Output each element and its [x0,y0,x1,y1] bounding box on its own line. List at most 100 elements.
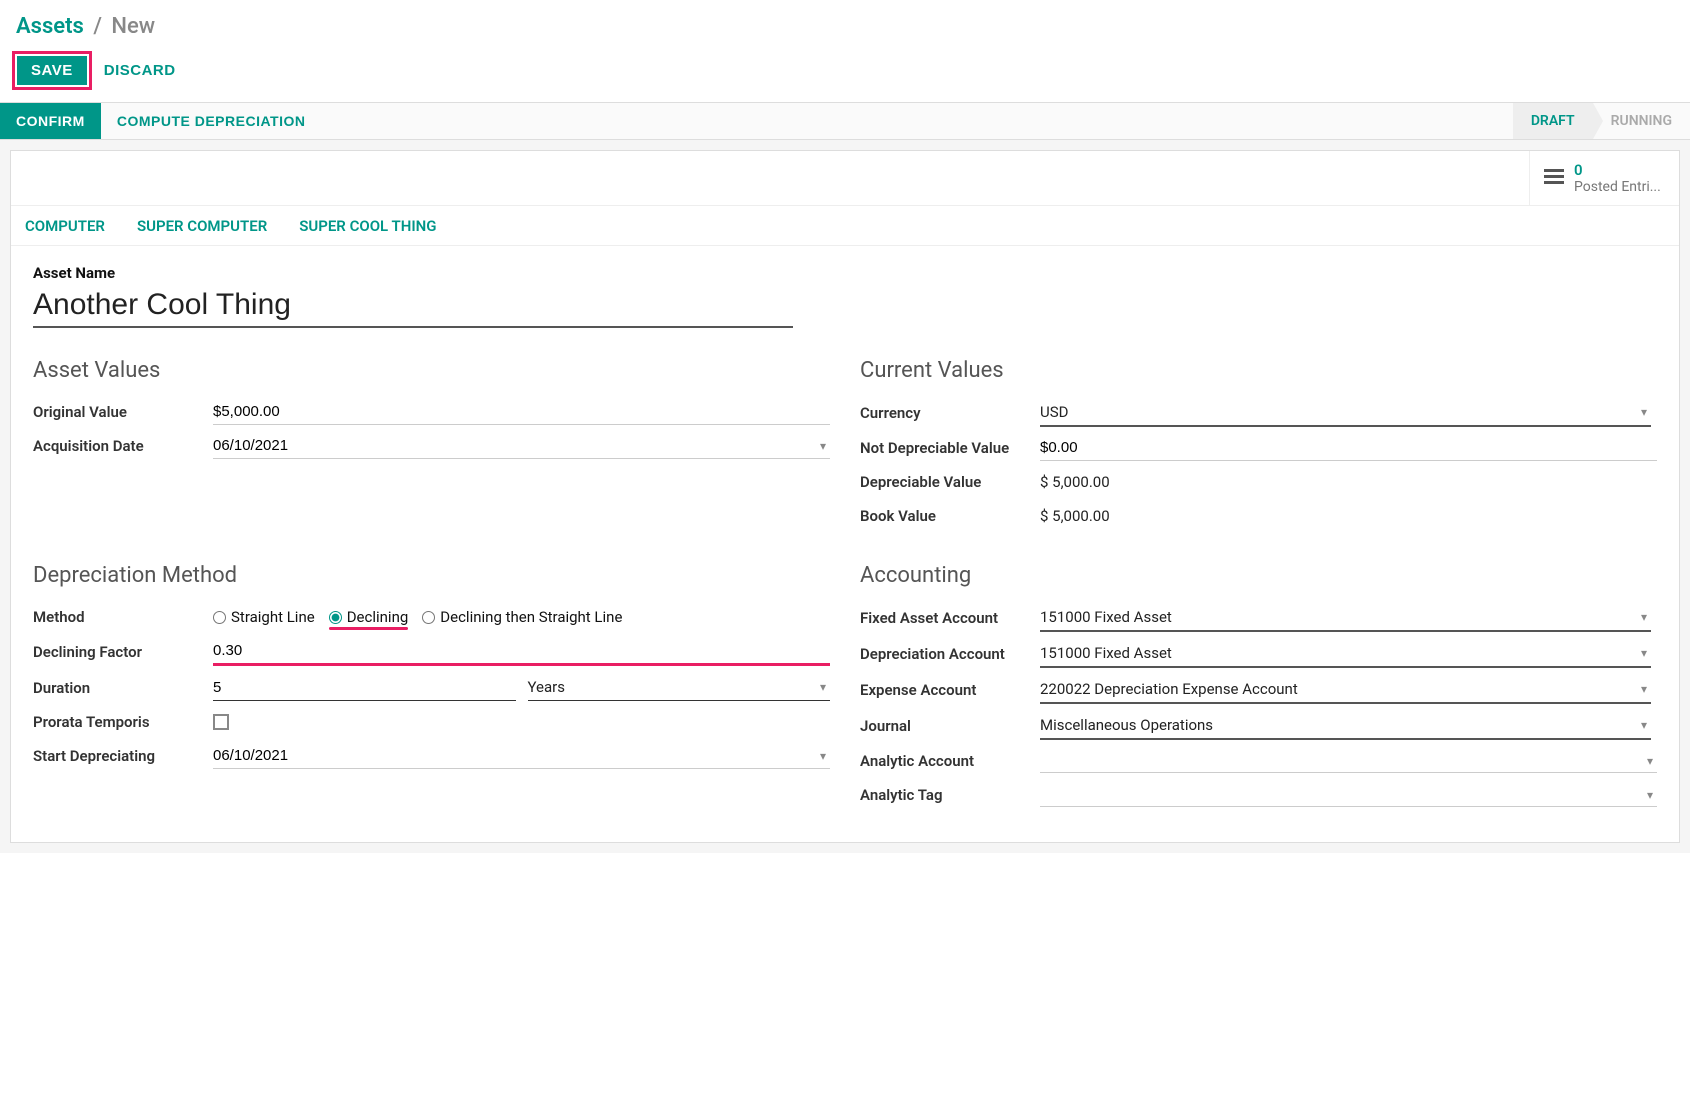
original-value-input[interactable] [213,399,830,425]
declining-factor-label: Declining Factor [33,643,213,661]
acquisition-date-field[interactable] [213,437,816,454]
chevron-down-icon[interactable]: ▾ [1637,405,1651,419]
depreciable-label: Depreciable Value [860,473,1040,491]
sheet-body: Asset Name Asset Values Original Value A… [11,246,1679,842]
duration-row: Duration Years ▾ [33,670,830,705]
stage-running[interactable]: RUNNING [1593,103,1690,139]
method-declining[interactable]: Declining [329,608,409,626]
not-depreciable-field[interactable] [1040,439,1657,456]
duration-unit-select[interactable]: Years ▾ [528,674,831,701]
radio-label: Declining [347,608,409,626]
compute-depreciation-button[interactable]: COMPUTE DEPRECIATION [101,103,322,139]
related-tab[interactable]: SUPER COMPUTER [137,217,267,235]
fixed-asset-account-select[interactable]: 151000 Fixed Asset ▾ [1040,604,1651,632]
currency-select[interactable]: USD ▾ [1040,399,1651,427]
prorata-checkbox-wrap [213,710,830,734]
chevron-down-icon[interactable]: ▾ [1643,754,1657,768]
journal-select[interactable]: Miscellaneous Operations ▾ [1040,712,1651,740]
save-button[interactable]: SAVE [17,56,87,85]
book-value-row: Book Value $ 5,000.00 [860,499,1657,533]
analytic-account-row: Analytic Account ▾ [860,744,1657,778]
asset-name-input[interactable] [33,282,793,328]
accounting-section: Accounting Fixed Asset Account 151000 Fi… [860,563,1657,812]
chevron-down-icon[interactable]: ▾ [1637,646,1651,660]
statusbar-left: CONFIRM COMPUTE DEPRECIATION [0,103,321,139]
list-icon [1544,166,1564,190]
analytic-account-select[interactable]: ▾ [1040,750,1657,773]
expense-account-select[interactable]: 220022 Depreciation Expense Account ▾ [1040,676,1651,704]
related-tab[interactable]: COMPUTER [25,217,105,235]
form-sheet-outer: 0 Posted Entri... COMPUTER SUPER COMPUTE… [0,140,1690,853]
duration-number-field[interactable] [213,679,516,696]
chevron-down-icon[interactable]: ▾ [1637,610,1651,624]
start-depreciating-input[interactable]: ▾ [213,743,830,769]
declining-factor-row: Declining Factor [33,634,830,670]
journal-label: Journal [860,717,1040,735]
acquisition-date-input[interactable]: ▾ [213,433,830,459]
method-radio-group: Straight Line Declining Declining then S… [213,608,622,626]
radio-straight[interactable] [213,611,226,624]
chevron-down-icon[interactable]: ▾ [1643,788,1657,802]
statusbar: CONFIRM COMPUTE DEPRECIATION DRAFT RUNNI… [0,102,1690,140]
method-row: Method Straight Line Declining [33,600,830,634]
duration-number-input[interactable] [213,674,516,701]
not-depreciable-input[interactable] [1040,435,1657,461]
duration-label: Duration [33,679,213,697]
current-values-title: Current Values [860,358,1657,383]
stat-text: 0 Posted Entri... [1574,161,1661,195]
stage-draft[interactable]: DRAFT [1513,103,1593,139]
method-declining-straight[interactable]: Declining then Straight Line [422,608,622,626]
prorata-row: Prorata Temporis [33,705,830,739]
depreciation-account-value: 151000 Fixed Asset [1040,644,1172,662]
currency-value: USD [1040,403,1068,421]
asset-values-section: Asset Values Original Value Acquisition … [33,358,830,533]
analytic-tag-label: Analytic Tag [860,786,1040,804]
analytic-tag-select[interactable]: ▾ [1040,784,1657,807]
prorata-checkbox[interactable] [213,714,229,730]
start-depreciating-label: Start Depreciating [33,747,213,765]
statusbar-stages: DRAFT RUNNING [1513,103,1690,139]
current-values-section: Current Values Currency USD ▾ Not Deprec… [860,358,1657,533]
expense-account-row: Expense Account 220022 Depreciation Expe… [860,672,1657,708]
depreciation-account-select[interactable]: 151000 Fixed Asset ▾ [1040,640,1651,668]
original-value-label: Original Value [33,403,213,421]
declining-factor-input[interactable] [213,638,830,666]
method-straight-line[interactable]: Straight Line [213,608,315,626]
original-value-row: Original Value [33,395,830,429]
acquisition-date-row: Acquisition Date ▾ [33,429,830,463]
confirm-button[interactable]: CONFIRM [0,103,101,139]
prorata-label: Prorata Temporis [33,713,213,731]
related-records: COMPUTER SUPER COMPUTER SUPER COOL THING [11,206,1679,246]
original-value-field[interactable] [213,403,830,420]
related-tab[interactable]: SUPER COOL THING [299,217,436,235]
depreciation-method-section: Depreciation Method Method Straight Line… [33,563,830,812]
start-depreciating-field[interactable] [213,747,816,764]
analytic-tag-row: Analytic Tag ▾ [860,778,1657,812]
chevron-down-icon[interactable]: ▾ [816,439,830,453]
not-depreciable-label: Not Depreciable Value [860,439,1040,457]
fixed-asset-account-value: 151000 Fixed Asset [1040,608,1172,626]
breadcrumb-root[interactable]: Assets [16,14,84,39]
breadcrumb-sep: / [93,14,102,39]
discard-button[interactable]: DISCARD [104,62,176,79]
form-actions: SAVE DISCARD [0,45,1690,102]
radio-declining-straight[interactable] [422,611,435,624]
depreciation-account-label: Depreciation Account [860,645,1040,663]
form-sheet: 0 Posted Entri... COMPUTER SUPER COMPUTE… [10,150,1680,843]
analytic-account-label: Analytic Account [860,752,1040,770]
not-depreciable-row: Not Depreciable Value [860,431,1657,465]
chevron-down-icon[interactable]: ▾ [1637,682,1651,696]
posted-entries-button[interactable]: 0 Posted Entri... [1529,151,1679,205]
journal-row: Journal Miscellaneous Operations ▾ [860,708,1657,744]
declining-factor-field[interactable] [213,642,830,659]
depreciation-method-title: Depreciation Method [33,563,830,588]
chevron-down-icon[interactable]: ▾ [816,680,830,694]
radio-declining[interactable] [329,611,342,624]
breadcrumb: Assets / New [0,0,1690,45]
chevron-down-icon[interactable]: ▾ [816,749,830,763]
asset-name-label: Asset Name [33,264,1657,282]
accounting-title: Accounting [860,563,1657,588]
radio-label: Straight Line [231,608,315,626]
chevron-down-icon[interactable]: ▾ [1637,718,1651,732]
currency-row: Currency USD ▾ [860,395,1657,431]
